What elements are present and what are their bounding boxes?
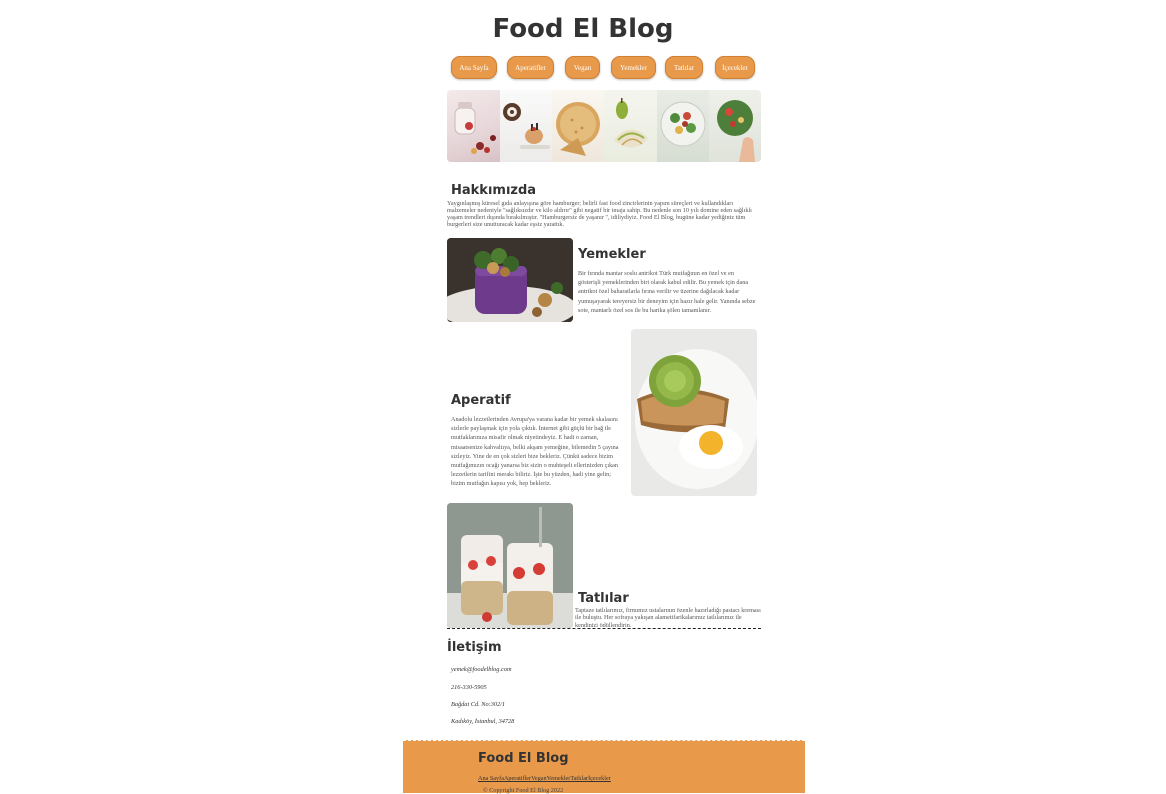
aperatif-photo [631,329,757,496]
about-heading: Hakkımızda [451,183,537,198]
hero-photo-pear [604,90,657,162]
yemekler-text: Bir fırında mantar soslu antrikot Türk m… [578,270,756,314]
tatlilar-heading: Tatlılar [578,591,629,606]
contact-address-line1: Bağdat Cd. No:302/1 [451,701,506,708]
avocado-toast-illustration [631,329,757,496]
section-divider [447,628,761,629]
contact-heading: İletişim [447,640,502,655]
footer-links: Ana SayfaAperatiflerVeganYemeklerTatlıla… [478,775,611,782]
nav-yemekler[interactable]: Yemekler [611,56,656,79]
nav-aperatifler[interactable]: Aperatifler [507,56,554,79]
nav-icecekler[interactable]: İçecekler [715,56,755,79]
hero-photo-salad-bowl [657,90,709,162]
nav-tatlilar[interactable]: Tatlılar [665,56,703,79]
hero-photo-pie [552,90,604,162]
yemekler-photo [447,238,573,322]
pie-illustration [556,102,600,156]
footer-link-aperatifler[interactable]: Aperatifler [504,775,531,782]
salad-bowl-illustration [660,101,706,147]
site-title: Food El Blog [492,14,674,44]
nav-vegan[interactable]: Vegan [565,56,600,79]
contact-address-line2: Kadıköy, İstanbul, 34728 [451,718,515,725]
nav-ana-sayfa[interactable]: Ana Sayfa [451,56,497,79]
salad-hand-illustration [717,100,755,162]
hero-photo-salad-hand [709,90,761,162]
roll-cake-illustration [503,103,550,149]
hero-photo-jar [447,90,500,162]
parfait-illustration [447,503,573,628]
aperatif-heading: Aperatif [451,393,511,408]
footer-link-yemekler[interactable]: Yemekler [547,775,571,782]
tatlilar-photo [447,503,573,628]
pear-illustration [614,98,648,148]
footer-copyright: © Copyright Food El Blog 2022 [483,787,564,794]
footer: Food El Blog Ana SayfaAperatiflerVeganYe… [403,740,805,794]
footer-link-ana-sayfa[interactable]: Ana Sayfa [478,775,504,782]
aperatif-text: Anadolu lezzetlerinden Avrupa'ya varana … [451,416,619,488]
hero-photo-strip [447,90,761,162]
footer-title: Food El Blog [478,751,569,766]
jar-illustration [454,102,496,154]
tatlilar-text: Taptaze tatlılarımız, firmımız ustaların… [575,607,761,628]
footer-link-tatlilar[interactable]: Tatlılar [570,775,588,782]
contact-phone: 216-330-5905 [451,684,487,691]
mushroom-dish-illustration [447,238,573,322]
hero-photo-roll-cake [500,90,552,162]
about-text: Yaygınlaşmış küresel gıda anlayışına gör… [447,200,752,228]
contact-email: yemek@foodelblog.com [451,666,512,673]
yemekler-heading: Yemekler [578,247,646,262]
footer-link-vegan[interactable]: Vegan [531,775,546,782]
footer-link-icecekler[interactable]: İçecekler [588,775,611,782]
